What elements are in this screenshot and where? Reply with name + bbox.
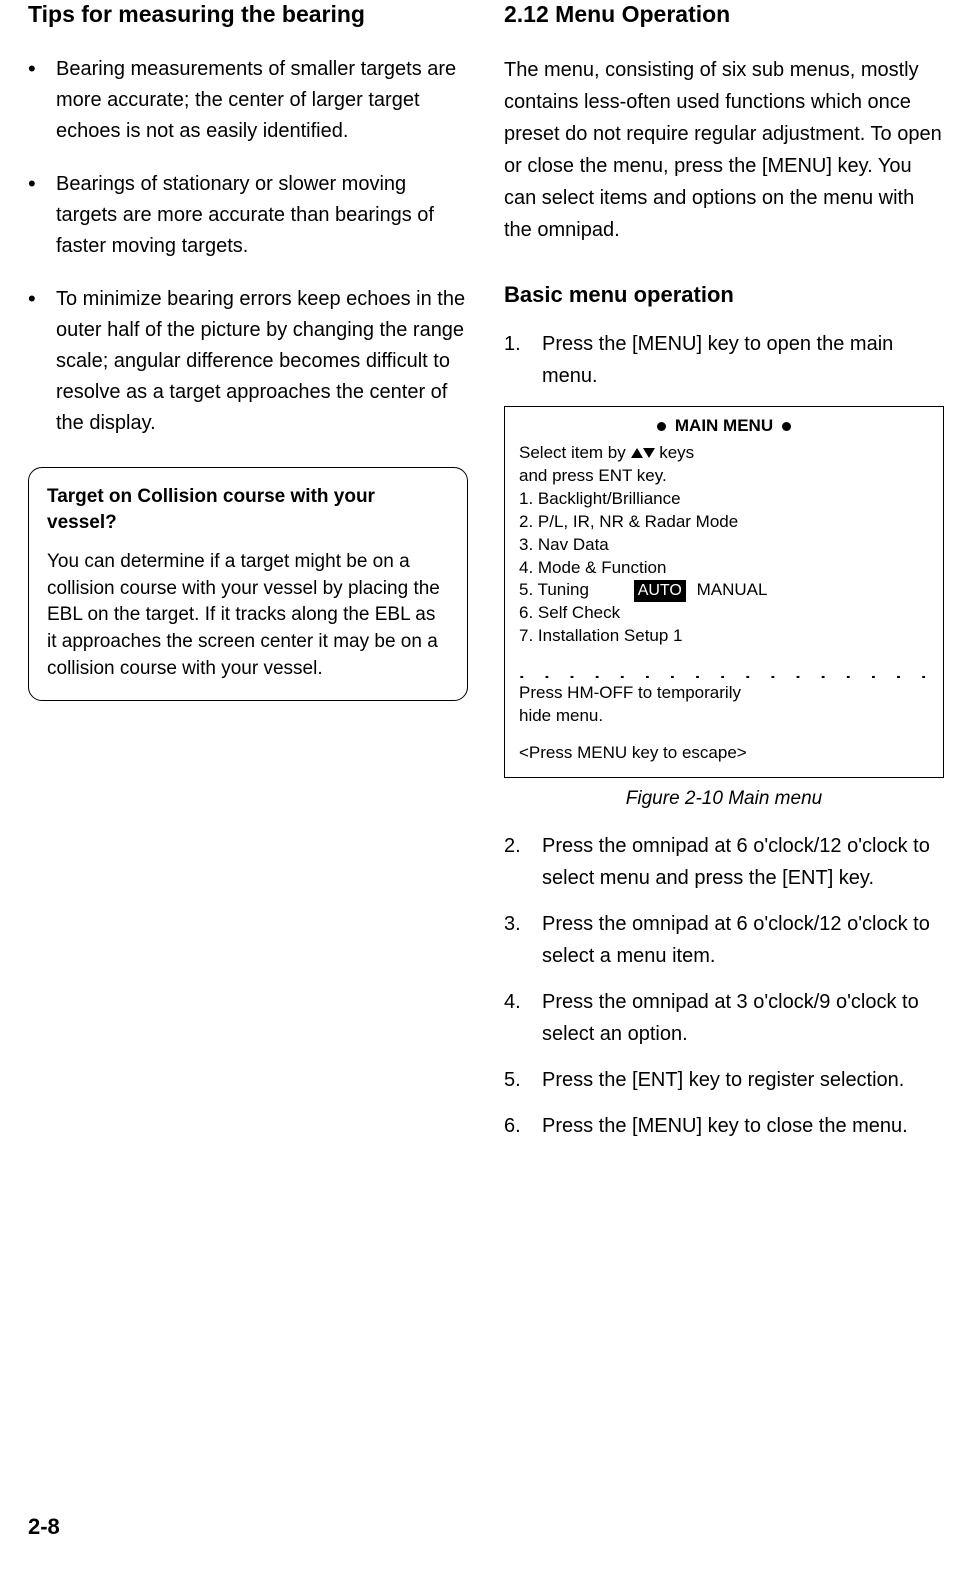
subheading-basic-menu: Basic menu operation <box>504 282 944 308</box>
left-heading: Tips for measuring the bearing <box>28 0 468 30</box>
tip-item: Bearing measurements of smaller targets … <box>28 54 468 147</box>
menu-item: 2. P/L, IR, NR & Radar Mode <box>519 511 929 534</box>
steps-list-before: Press the [MENU] key to open the main me… <box>504 328 944 392</box>
figure-caption: Figure 2-10 Main menu <box>504 788 944 810</box>
main-menu-figure: MAIN MENU Select item by keys and press … <box>504 406 944 778</box>
menu-item: 7. Installation Setup 1 <box>519 625 929 648</box>
two-column-layout: Tips for measuring the bearing Bearing m… <box>28 0 945 1156</box>
menu-intro-paragraph: The menu, consisting of six sub menus, m… <box>504 54 944 246</box>
select-suffix: keys <box>655 443 695 462</box>
menu-title-row: MAIN MENU <box>519 415 929 438</box>
manual-page: Tips for measuring the bearing Bearing m… <box>0 0 973 1576</box>
menu-item: 4. Mode & Function <box>519 557 929 580</box>
menu-item: 3. Nav Data <box>519 534 929 557</box>
step-item: Press the omnipad at 6 o'clock/12 o'cloc… <box>504 830 944 894</box>
escape-line: <Press MENU key to escape> <box>519 742 929 765</box>
step-item: Press the omnipad at 6 o'clock/12 o'cloc… <box>504 908 944 972</box>
step-item: Press the omnipad at 3 o'clock/9 o'clock… <box>504 986 944 1050</box>
steps-list-after: Press the omnipad at 6 o'clock/12 o'cloc… <box>504 830 944 1142</box>
hmoff-line-2: hide menu. <box>519 705 929 728</box>
right-heading: 2.12 Menu Operation <box>504 0 944 30</box>
menu-item: 6. Self Check <box>519 602 929 625</box>
tips-bullet-list: Bearing measurements of smaller targets … <box>28 54 468 439</box>
step-item: Press the [MENU] key to close the menu. <box>504 1110 944 1142</box>
tuning-label: 5. Tuning <box>519 580 589 599</box>
menu-item-tuning: 5. Tuning AUTO MANUAL <box>519 579 929 602</box>
tuning-auto-selected: AUTO <box>634 580 686 602</box>
callout-body: You can determine if a target might be o… <box>47 549 449 682</box>
dotted-separator: . . . . . . . . . . . . . . . . . . . . <box>519 668 929 678</box>
page-number: 2-8 <box>28 1514 60 1540</box>
tip-item: Bearings of stationary or slower moving … <box>28 169 468 262</box>
triangle-up-icon <box>631 448 643 458</box>
callout-title: Target on Collision course with your ves… <box>47 484 449 535</box>
triangle-down-icon <box>643 448 655 458</box>
collision-callout-box: Target on Collision course with your ves… <box>28 467 468 701</box>
step-item: Press the [ENT] key to register selectio… <box>504 1064 944 1096</box>
tip-item: To minimize bearing errors keep echoes i… <box>28 284 468 439</box>
menu-select-line: Select item by keys <box>519 442 929 465</box>
bullet-icon <box>657 422 666 431</box>
left-column: Tips for measuring the bearing Bearing m… <box>28 0 468 1156</box>
menu-item: 1. Backlight/Brilliance <box>519 488 929 511</box>
menu-press-ent: and press ENT key. <box>519 465 929 488</box>
menu-title: MAIN MENU <box>675 416 773 435</box>
right-column: 2.12 Menu Operation The menu, consisting… <box>504 0 944 1156</box>
bullet-icon <box>782 422 791 431</box>
hmoff-line-1: Press HM-OFF to temporarily <box>519 682 929 705</box>
tuning-manual-option: MANUAL <box>697 580 768 599</box>
step-item: Press the [MENU] key to open the main me… <box>504 328 944 392</box>
select-prefix: Select item by <box>519 443 631 462</box>
